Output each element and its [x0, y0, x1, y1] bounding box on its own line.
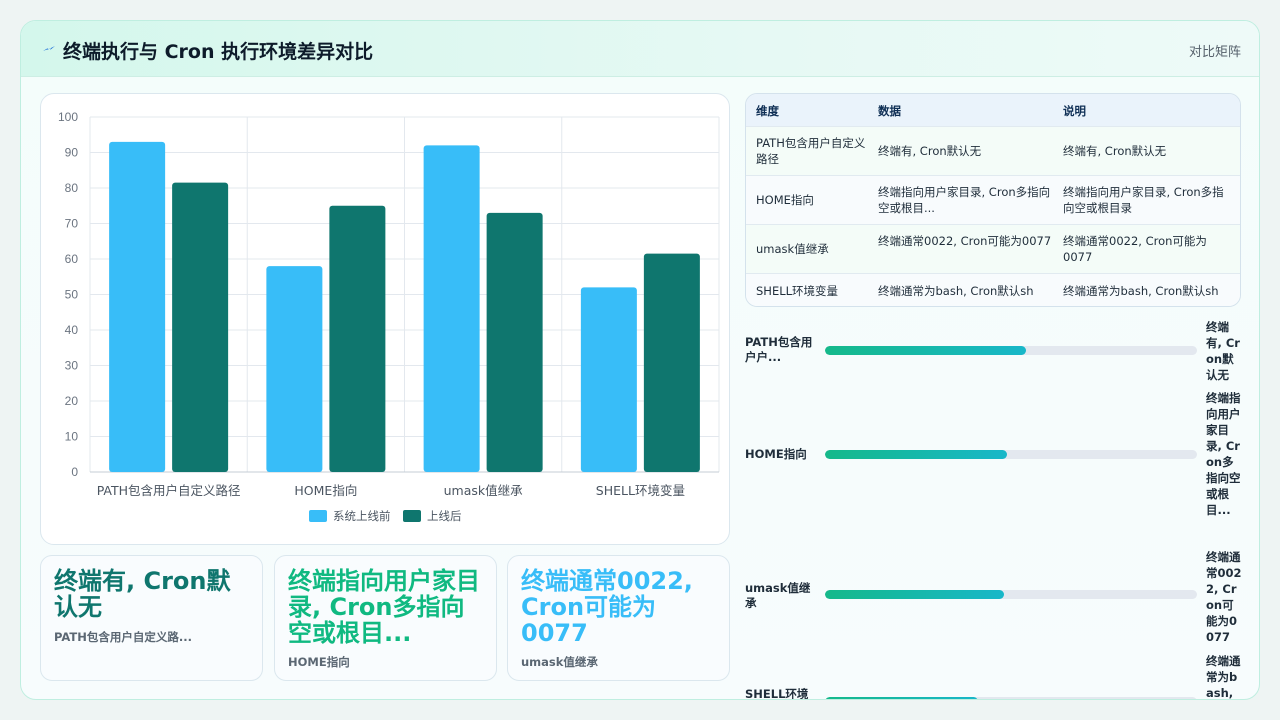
progress-fill	[825, 346, 1026, 355]
progress-value: 终端指向用户家目录, Cron多指向空或根目...	[1206, 391, 1241, 517]
progress-track	[825, 590, 1197, 599]
tile-value: 终端有, Cron默认无	[54, 567, 231, 621]
bar-chart: 0 10 20 30 40 50 60 70 80 90 100 PATH包含用户自定义路径 HOME指…	[58, 110, 720, 523]
progress-label: HOME指向	[745, 447, 807, 461]
x-tick-label: PATH包含用户自定义路径	[97, 483, 241, 498]
table-cell: 终端有, Cron默认无	[878, 144, 982, 158]
y-tick-label: 50	[65, 288, 79, 302]
table-cell: umask值继承	[756, 242, 829, 256]
tile-label: HOME指向	[288, 655, 350, 669]
y-tick-label: 60	[65, 252, 79, 266]
x-tick-label: SHELL环境变量	[596, 483, 685, 498]
header-meta: 对比矩阵	[1188, 45, 1241, 60]
bar-chart-card: 0 10 20 30 40 50 60 70 80 90 100 PATH包含用户自定义路径 HOME指…	[40, 93, 730, 545]
progress-fill	[825, 590, 1004, 599]
bar	[580, 287, 637, 472]
progress-fill	[825, 450, 1008, 459]
table-cell: 终端通常0022, Cron可能为0077	[1063, 234, 1207, 264]
progress-label: SHELL环境变...	[745, 687, 809, 700]
table-cell: SHELL环境变量	[756, 284, 839, 298]
dashboard-frame: 终端执行与 Cron 执行环境差异对比 对比矩阵 0 10 20 30 40 50 60 70…	[20, 20, 1260, 700]
progress-track	[825, 346, 1197, 355]
progress-value: 终端通常为bash, Cron默认sh	[1206, 654, 1241, 700]
summary-tile: 终端通常0022, Cron可能为0077 umask值继承	[507, 555, 730, 681]
legend-label: 上线后	[427, 509, 462, 523]
table-row: PATH包含用户自定义路径 终端有, Cron默认无 终端有, Cron默认无	[746, 127, 1240, 176]
bar	[172, 182, 229, 473]
legend-label: 系统上线前	[333, 509, 391, 523]
page-title: 终端执行与 Cron 执行环境差异对比	[63, 41, 374, 63]
y-tick-label: 100	[58, 110, 78, 124]
tile-value: 终端通常0022, Cron可能为0077	[521, 567, 693, 647]
tile-label: PATH包含用户自定义路...	[54, 630, 192, 644]
table-header-cell: 说明	[1063, 104, 1086, 118]
y-tick-label: 80	[65, 181, 79, 195]
table-cell: PATH包含用户自定义路径	[756, 136, 866, 166]
bar	[423, 145, 480, 472]
y-tick-label: 40	[65, 323, 79, 337]
table-row: HOME指向 终端指向用户家目录, Cron多指向空或根目... 终端指向用户家…	[746, 176, 1240, 225]
comparison-table: 维度 数据 说明 PATH包含用户自定义路径 终端有, Cron默认无 终端有,…	[745, 93, 1241, 307]
x-tick-label: umask值继承	[444, 483, 524, 498]
progress-row: SHELL环境变... 终端通常为bash, Cron默认sh	[745, 615, 1245, 700]
progress-label: umask值继承	[745, 581, 811, 610]
progress-value: 终端有, Cron默认无	[1206, 320, 1240, 382]
legend-swatch	[309, 510, 327, 522]
lightning-icon	[43, 46, 55, 51]
y-tick-label: 0	[71, 465, 78, 479]
table-cell: 终端指向用户家目录, Cron多指向空或根目...	[878, 185, 1051, 215]
bar	[329, 205, 386, 472]
table-cell: 终端指向用户家目录, Cron多指向空或根目录	[1063, 185, 1224, 215]
table-cell: 终端通常0022, Cron可能为0077	[878, 234, 1052, 248]
progress-fill	[825, 697, 978, 699]
bar	[266, 266, 323, 472]
legend-swatch	[403, 510, 421, 522]
table-cell: 终端通常为bash, Cron默认sh	[1063, 284, 1219, 298]
progress-track	[825, 450, 1197, 459]
table-row: SHELL环境变量 终端通常为bash, Cron默认sh 终端通常为bash,…	[746, 274, 1240, 306]
summary-tile: 终端指向用户家目录, Cron多指向空或根目... HOME指向	[274, 555, 497, 681]
progress-row: umask值继承 终端通常0022, Cron可能为0077	[745, 525, 1245, 644]
table-cell: 终端有, Cron默认无	[1063, 144, 1167, 158]
y-tick-label: 10	[65, 430, 79, 444]
bar	[643, 253, 700, 472]
tile-label: umask值继承	[521, 655, 598, 669]
tile-value: 终端指向用户家目录, Cron多指向空或根目...	[288, 567, 480, 647]
table-header-cell: 维度	[756, 104, 779, 118]
table-cell: 终端通常为bash, Cron默认sh	[878, 284, 1034, 298]
table-header-cell: 数据	[878, 104, 901, 118]
summary-tiles: 终端有, Cron默认无 PATH包含用户自定义路... 终端指向用户家目录, …	[40, 555, 730, 681]
y-tick-label: 20	[65, 394, 79, 408]
progress-row: PATH包含用户户... 终端有, Cron默认无	[745, 319, 1245, 415]
x-tick-label: HOME指向	[294, 483, 357, 498]
bar	[486, 212, 543, 472]
progress-row: HOME指向 终端指向用户家目录, Cron多指向空或根目...	[745, 391, 1245, 525]
y-tick-label: 30	[65, 359, 79, 373]
table-cell: HOME指向	[756, 193, 814, 207]
summary-tile: 终端有, Cron默认无 PATH包含用户自定义路...	[40, 555, 263, 681]
table-row: umask值继承 终端通常0022, Cron可能为0077 终端通常0022,…	[746, 225, 1240, 274]
y-tick-label: 70	[65, 217, 79, 231]
bar	[109, 141, 166, 472]
progress-track	[825, 697, 1197, 699]
progress-list: PATH包含用户户... 终端有, Cron默认无 HOME指向 终端指向用户家…	[745, 319, 1245, 700]
table-header-row: 维度 数据 说明	[746, 94, 1240, 127]
progress-label: PATH包含用户户...	[745, 335, 813, 364]
y-tick-label: 90	[65, 146, 79, 160]
header: 终端执行与 Cron 执行环境差异对比 对比矩阵	[21, 21, 1259, 77]
